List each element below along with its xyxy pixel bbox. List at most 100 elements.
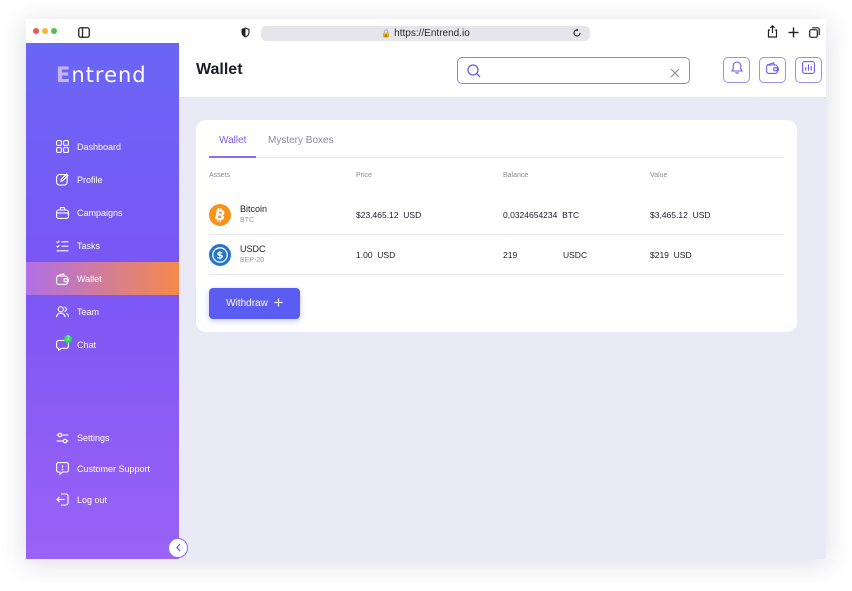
dashboard-icon [55, 140, 69, 154]
balance-amount: 219 [503, 250, 518, 260]
chart-icon [802, 61, 815, 79]
reload-icon[interactable] [572, 28, 582, 43]
price-unit: USD [403, 210, 422, 220]
wallet-card: Wallet Mystery Boxes Assets Price Balanc… [196, 120, 797, 332]
balance-unit: BTC [562, 210, 580, 220]
sidebar-item-settings[interactable]: Settings [26, 422, 179, 453]
team-icon [55, 305, 69, 319]
sidebar-item-label: Team [77, 306, 100, 317]
collapse-sidebar-button[interactable] [168, 538, 188, 558]
chat-unread-badge: 2 [64, 335, 72, 343]
value-cell: $3,465.12 USD [650, 210, 711, 220]
sidebar-item-customer-support[interactable]: Customer Support [26, 453, 179, 484]
minimize-window-button[interactable] [42, 28, 48, 34]
bell-icon [730, 61, 743, 79]
balance-unit: USDC [563, 250, 588, 260]
price-amount: $23,465.12 [356, 210, 399, 220]
notifications-button[interactable] [723, 57, 750, 83]
sidebar-item-team[interactable]: Team [26, 295, 179, 328]
tasks-icon [55, 239, 69, 253]
brand-logo-letter: E [56, 63, 72, 87]
sidebar-item-label: Settings [77, 432, 110, 443]
sidebar-item-profile[interactable]: Profile [26, 163, 179, 196]
column-header-price: Price [356, 172, 372, 179]
wallet-shortcut-button[interactable] [759, 57, 786, 83]
brand-logo[interactable]: Entrend [56, 63, 147, 87]
price-unit: USD [377, 250, 396, 260]
table-row[interactable]: $ USDC BEP-20 1.00 USD 219 USDC $219 USD [209, 235, 784, 275]
support-icon [55, 462, 69, 476]
value-amount: $219 [650, 250, 669, 260]
balance-cell: 219 [503, 250, 517, 260]
clear-search-icon[interactable] [670, 65, 680, 83]
asset-symbol: BTC [240, 217, 254, 224]
sidebar-item-label: Campaigns [77, 207, 123, 218]
close-window-button[interactable] [33, 28, 39, 34]
sidebar-secondary-nav: Settings Customer Support Log out [26, 422, 179, 515]
usdc-icon: $ [209, 244, 231, 266]
price-amount: 1.00 [356, 250, 373, 260]
chevron-left-icon [175, 539, 182, 557]
balance-cell: 0,0324654234 BTC [503, 210, 579, 220]
sidebar-nav: Dashboard Profile Campaigns Tasks Wallet… [26, 130, 179, 361]
withdraw-label: Withdraw [226, 298, 268, 309]
svg-text:B: B [213, 207, 227, 225]
brand-logo-text: ntrend [71, 63, 147, 87]
asset-name: USDC [240, 244, 266, 254]
shield-icon[interactable] [241, 25, 250, 43]
new-tab-icon[interactable] [788, 25, 799, 43]
tab-wallet[interactable]: Wallet [209, 135, 257, 158]
tab-mystery-boxes[interactable]: Mystery Boxes [258, 135, 344, 158]
address-bar[interactable]: 🔒 https://Entrend.io [261, 26, 590, 41]
sidebar-item-campaigns[interactable]: Campaigns [26, 196, 179, 229]
browser-actions [767, 24, 820, 43]
sidebar-item-dashboard[interactable]: Dashboard [26, 130, 179, 163]
value-cell: $219 USD [650, 250, 692, 260]
value-amount: $3,465.12 [650, 210, 688, 220]
table-row[interactable]: B Bitcoin BTC $23,465.12 USD 0,032465423… [209, 195, 784, 235]
asset-symbol: BEP-20 [240, 257, 265, 264]
logout-icon [55, 493, 69, 507]
sidebar: Entrend Dashboard Profile Campaigns Task… [26, 43, 179, 559]
sidebar-item-logout[interactable]: Log out [26, 484, 179, 515]
main-content: Wallet Wallet Mystery Boxes Assets Price… [179, 43, 826, 559]
share-icon[interactable] [767, 24, 778, 43]
briefcase-icon [55, 206, 69, 220]
browser-window: 🔒 https://Entrend.io Entrend Dashboard P… [26, 19, 826, 559]
plus-icon [274, 298, 283, 310]
maximize-window-button[interactable] [51, 28, 57, 34]
price-cell: $23,465.12 USD [356, 210, 421, 220]
balance-amount: 0,0324654234 [503, 210, 558, 220]
top-bar: Wallet [179, 43, 826, 98]
sidebar-item-tasks[interactable]: Tasks [26, 229, 179, 262]
sidebar-toggle-icon[interactable] [78, 25, 90, 43]
value-unit: USD [673, 250, 692, 260]
column-header-balance: Balance [503, 172, 529, 179]
edit-icon [55, 173, 69, 187]
browser-toolbar: 🔒 https://Entrend.io [26, 19, 826, 43]
wallet-icon [766, 61, 779, 79]
withdraw-button[interactable]: Withdraw [209, 288, 300, 319]
tabs-overview-icon[interactable] [809, 25, 820, 43]
sidebar-item-label: Wallet [77, 273, 102, 284]
sidebar-item-label: Tasks [77, 240, 101, 251]
bitcoin-icon: B [209, 204, 231, 226]
lock-icon: 🔒 [381, 29, 392, 38]
search-input[interactable] [486, 62, 666, 80]
asset-name: Bitcoin [240, 204, 268, 214]
search-box[interactable] [457, 57, 690, 84]
price-cell: 1.00 USD [356, 250, 395, 260]
sidebar-item-label: Dashboard [77, 141, 122, 152]
svg-text:$: $ [217, 251, 224, 262]
settings-icon [55, 431, 69, 445]
page-title: Wallet [196, 61, 243, 78]
column-header-value: Value [650, 172, 668, 179]
wallet-tabs: Wallet Mystery Boxes [209, 135, 784, 158]
sidebar-item-label: Chat [77, 339, 97, 350]
sidebar-item-wallet[interactable]: Wallet [26, 262, 179, 295]
sidebar-item-chat[interactable]: 2 Chat [26, 328, 179, 361]
wallet-icon [55, 272, 69, 286]
sidebar-item-label: Profile [77, 174, 103, 185]
column-header-assets: Assets [209, 172, 231, 179]
analytics-button[interactable] [795, 57, 822, 83]
